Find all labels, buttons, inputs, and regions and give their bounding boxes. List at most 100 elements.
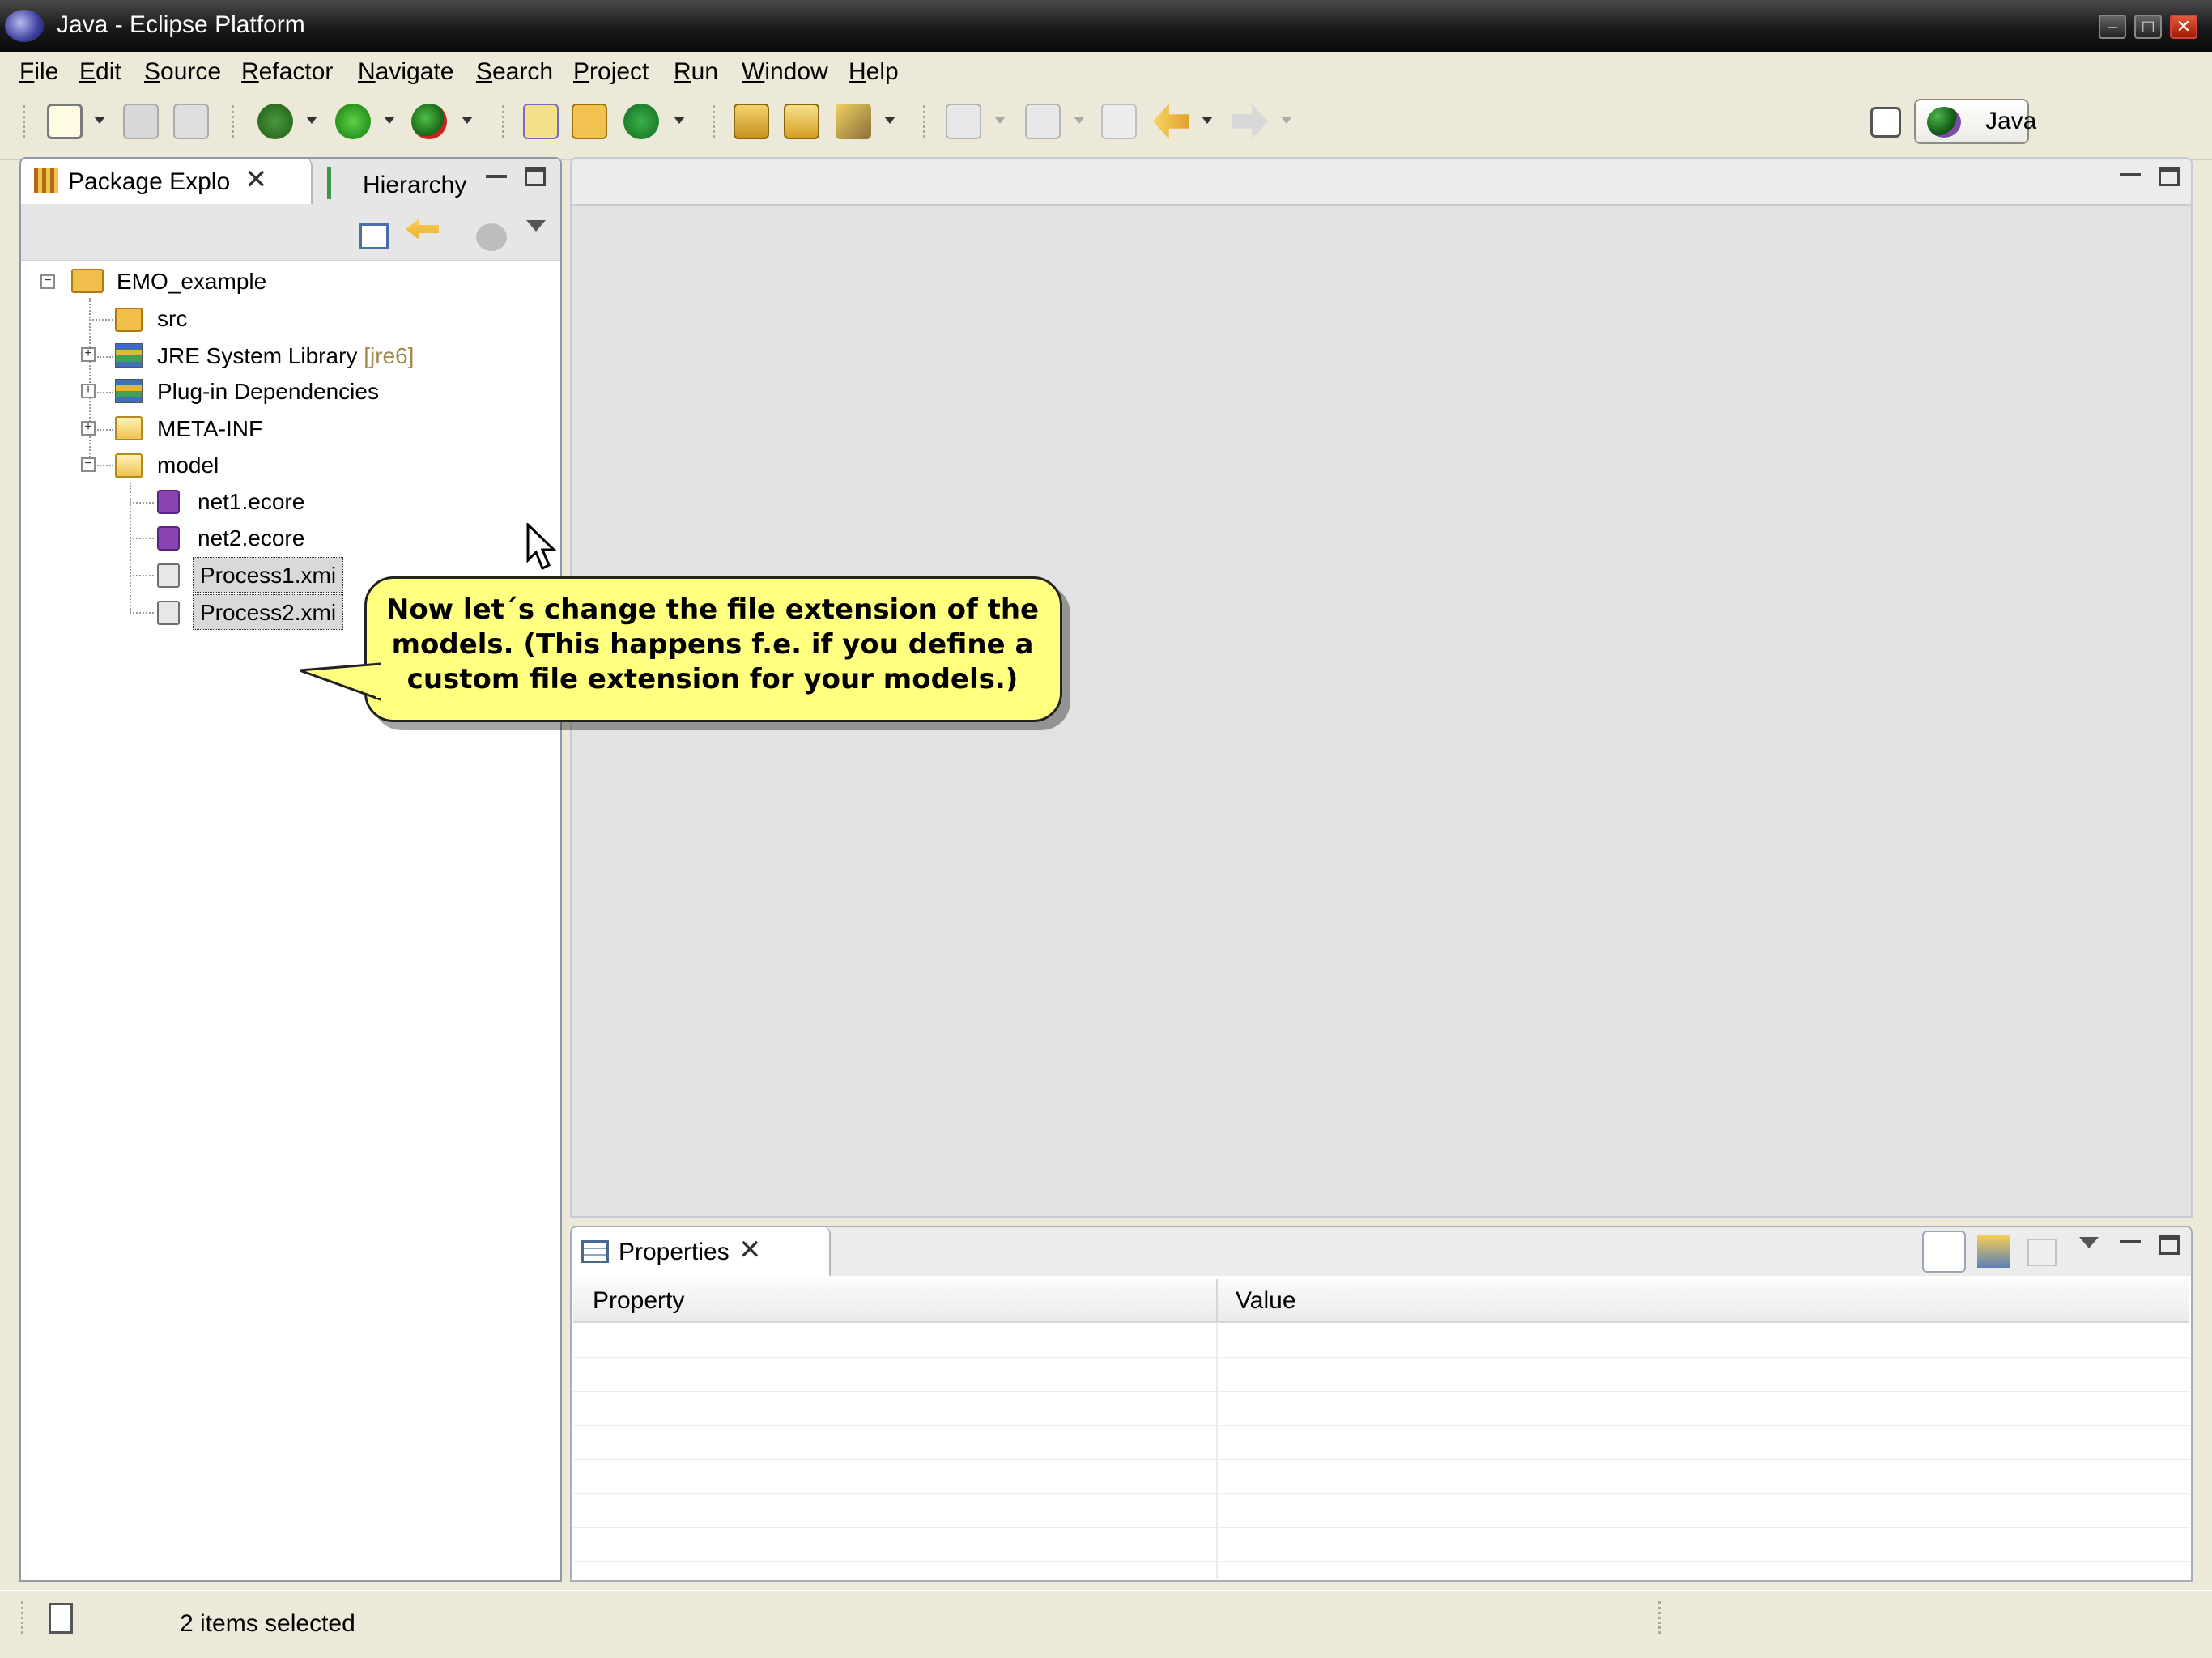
minimize-editor-icon[interactable] bbox=[2120, 165, 2141, 176]
menu-search[interactable]: Search bbox=[476, 52, 553, 92]
fast-view-icon[interactable] bbox=[49, 1603, 73, 1634]
filter-icon[interactable] bbox=[476, 223, 507, 251]
eclipse-logo-icon bbox=[5, 10, 44, 42]
new-java-project-icon[interactable] bbox=[523, 104, 559, 139]
java-perspective-button[interactable]: Java bbox=[1914, 99, 2036, 144]
collapse-toggle[interactable]: − bbox=[81, 457, 96, 472]
close-tab-icon[interactable]: ✕ bbox=[245, 164, 268, 196]
new-class-dropdown-icon[interactable] bbox=[674, 117, 685, 124]
properties-tab-label: Properties bbox=[619, 1239, 730, 1265]
minimize-view-icon[interactable] bbox=[2120, 1232, 2141, 1244]
column-header-value[interactable]: Value bbox=[1218, 1279, 2189, 1323]
show-advanced-icon[interactable] bbox=[1977, 1235, 2010, 1268]
external-tools-icon[interactable] bbox=[411, 104, 447, 139]
maximize-view-icon[interactable] bbox=[2159, 1235, 2180, 1255]
tree-guide bbox=[130, 538, 154, 539]
expand-toggle[interactable]: + bbox=[81, 384, 96, 398]
tree-item-model[interactable]: model bbox=[157, 448, 219, 483]
menu-navigate[interactable]: Navigate bbox=[358, 52, 453, 92]
search-dropdown-icon[interactable] bbox=[884, 117, 895, 124]
next-annotation-dropdown-icon[interactable] bbox=[994, 117, 1006, 124]
tree-item-emo-example[interactable]: EMO_example bbox=[117, 264, 266, 300]
run-icon[interactable] bbox=[335, 104, 371, 139]
tree-guide bbox=[97, 392, 113, 393]
tab-package-explorer[interactable]: Package Explo ✕ bbox=[21, 159, 313, 204]
collapse-all-icon[interactable] bbox=[359, 223, 389, 249]
java-project-icon bbox=[71, 269, 104, 293]
search-icon[interactable] bbox=[836, 104, 871, 139]
tree-item-jre-system-library[interactable]: JRE System Library [jre6] bbox=[157, 338, 414, 374]
debug-dropdown-icon[interactable] bbox=[306, 117, 317, 124]
forward-dropdown-icon[interactable] bbox=[1281, 117, 1292, 124]
column-header-property[interactable]: Property bbox=[573, 1279, 1218, 1323]
show-categories-icon[interactable] bbox=[1922, 1231, 1966, 1273]
menu-file[interactable]: File bbox=[19, 52, 58, 92]
maximize-view-icon[interactable] bbox=[525, 167, 546, 186]
jre-version-label: [jre6] bbox=[364, 343, 415, 368]
tree-item-src[interactable]: src bbox=[157, 301, 187, 337]
back-dropdown-icon[interactable] bbox=[1202, 117, 1213, 124]
table-row bbox=[573, 1459, 2189, 1460]
toolbar-grip bbox=[23, 105, 26, 138]
open-perspective-icon[interactable] bbox=[1870, 107, 1901, 138]
run-dropdown-icon[interactable] bbox=[384, 117, 395, 124]
tree-item-meta-inf[interactable]: META-INF bbox=[157, 411, 262, 447]
maximize-button[interactable]: □ bbox=[2134, 15, 2162, 39]
external-tools-dropdown-icon[interactable] bbox=[462, 117, 473, 124]
new-icon[interactable] bbox=[47, 104, 83, 139]
menu-run[interactable]: Run bbox=[674, 52, 718, 92]
next-annotation-icon[interactable] bbox=[946, 104, 981, 139]
library-icon bbox=[115, 343, 143, 368]
new-java-package-icon[interactable] bbox=[572, 104, 607, 139]
tab-hierarchy-label: Hierarchy bbox=[363, 172, 467, 198]
print-icon[interactable] bbox=[173, 104, 209, 139]
table-row bbox=[573, 1527, 2189, 1528]
new-dropdown-icon[interactable] bbox=[94, 117, 105, 124]
open-folder-icon bbox=[115, 453, 143, 478]
open-type-icon[interactable] bbox=[734, 104, 769, 139]
status-message: 2 items selected bbox=[180, 1610, 355, 1637]
view-menu-icon[interactable] bbox=[526, 220, 546, 232]
menu-edit[interactable]: Edit bbox=[79, 52, 121, 92]
view-menu-icon[interactable] bbox=[2079, 1237, 2099, 1248]
tree-guide bbox=[130, 502, 154, 504]
save-icon[interactable] bbox=[123, 104, 159, 139]
callout-pointer bbox=[300, 662, 381, 701]
last-edit-location-icon[interactable] bbox=[1101, 104, 1137, 139]
expand-toggle[interactable]: + bbox=[81, 421, 96, 436]
tree-item-plugin-dependencies[interactable]: Plug-in Dependencies bbox=[157, 374, 379, 410]
minimize-view-icon[interactable] bbox=[486, 167, 507, 178]
minimize-button[interactable]: – bbox=[2099, 15, 2126, 39]
table-row bbox=[573, 1357, 2189, 1358]
menu-project[interactable]: Project bbox=[573, 52, 649, 92]
toolbar-separator bbox=[502, 105, 505, 138]
hierarchy-icon bbox=[327, 167, 348, 199]
tab-package-explorer-label: Package Explo bbox=[68, 168, 231, 195]
perspective-label: Java bbox=[1985, 108, 2037, 134]
previous-annotation-dropdown-icon[interactable] bbox=[1074, 117, 1085, 124]
tree-item-net1-ecore[interactable]: net1.ecore bbox=[198, 484, 304, 520]
tab-properties[interactable]: Properties ✕ bbox=[572, 1227, 831, 1276]
close-window-button[interactable]: ✕ bbox=[2170, 15, 2197, 39]
menu-source[interactable]: Source bbox=[144, 52, 221, 92]
previous-annotation-icon[interactable] bbox=[1025, 104, 1061, 139]
new-java-class-icon[interactable] bbox=[623, 104, 659, 139]
debug-icon[interactable] bbox=[257, 104, 293, 139]
menu-window[interactable]: Window bbox=[742, 52, 828, 92]
tree-guide bbox=[130, 575, 154, 576]
tree-item-net2-ecore[interactable]: net2.ecore bbox=[198, 521, 304, 556]
open-task-icon[interactable] bbox=[784, 104, 819, 139]
table-row bbox=[573, 1425, 2189, 1426]
collapse-toggle[interactable]: − bbox=[40, 274, 55, 289]
tree-item-process1-xmi[interactable]: Process1.xmi bbox=[193, 557, 344, 593]
menu-refactor[interactable]: Refactor bbox=[241, 52, 333, 92]
menu-help[interactable]: Help bbox=[849, 52, 899, 92]
tree-item-label: JRE System Library bbox=[157, 343, 358, 368]
window-titlebar[interactable]: Java - Eclipse Platform – □ ✕ bbox=[0, 0, 2212, 52]
close-tab-icon[interactable]: ✕ bbox=[738, 1234, 762, 1266]
expand-toggle[interactable]: + bbox=[81, 347, 96, 362]
ecore-file-icon bbox=[157, 490, 180, 514]
maximize-editor-icon[interactable] bbox=[2159, 167, 2180, 186]
tree-item-process2-xmi[interactable]: Process2.xmi bbox=[193, 594, 344, 630]
restore-default-icon[interactable] bbox=[2027, 1239, 2057, 1266]
